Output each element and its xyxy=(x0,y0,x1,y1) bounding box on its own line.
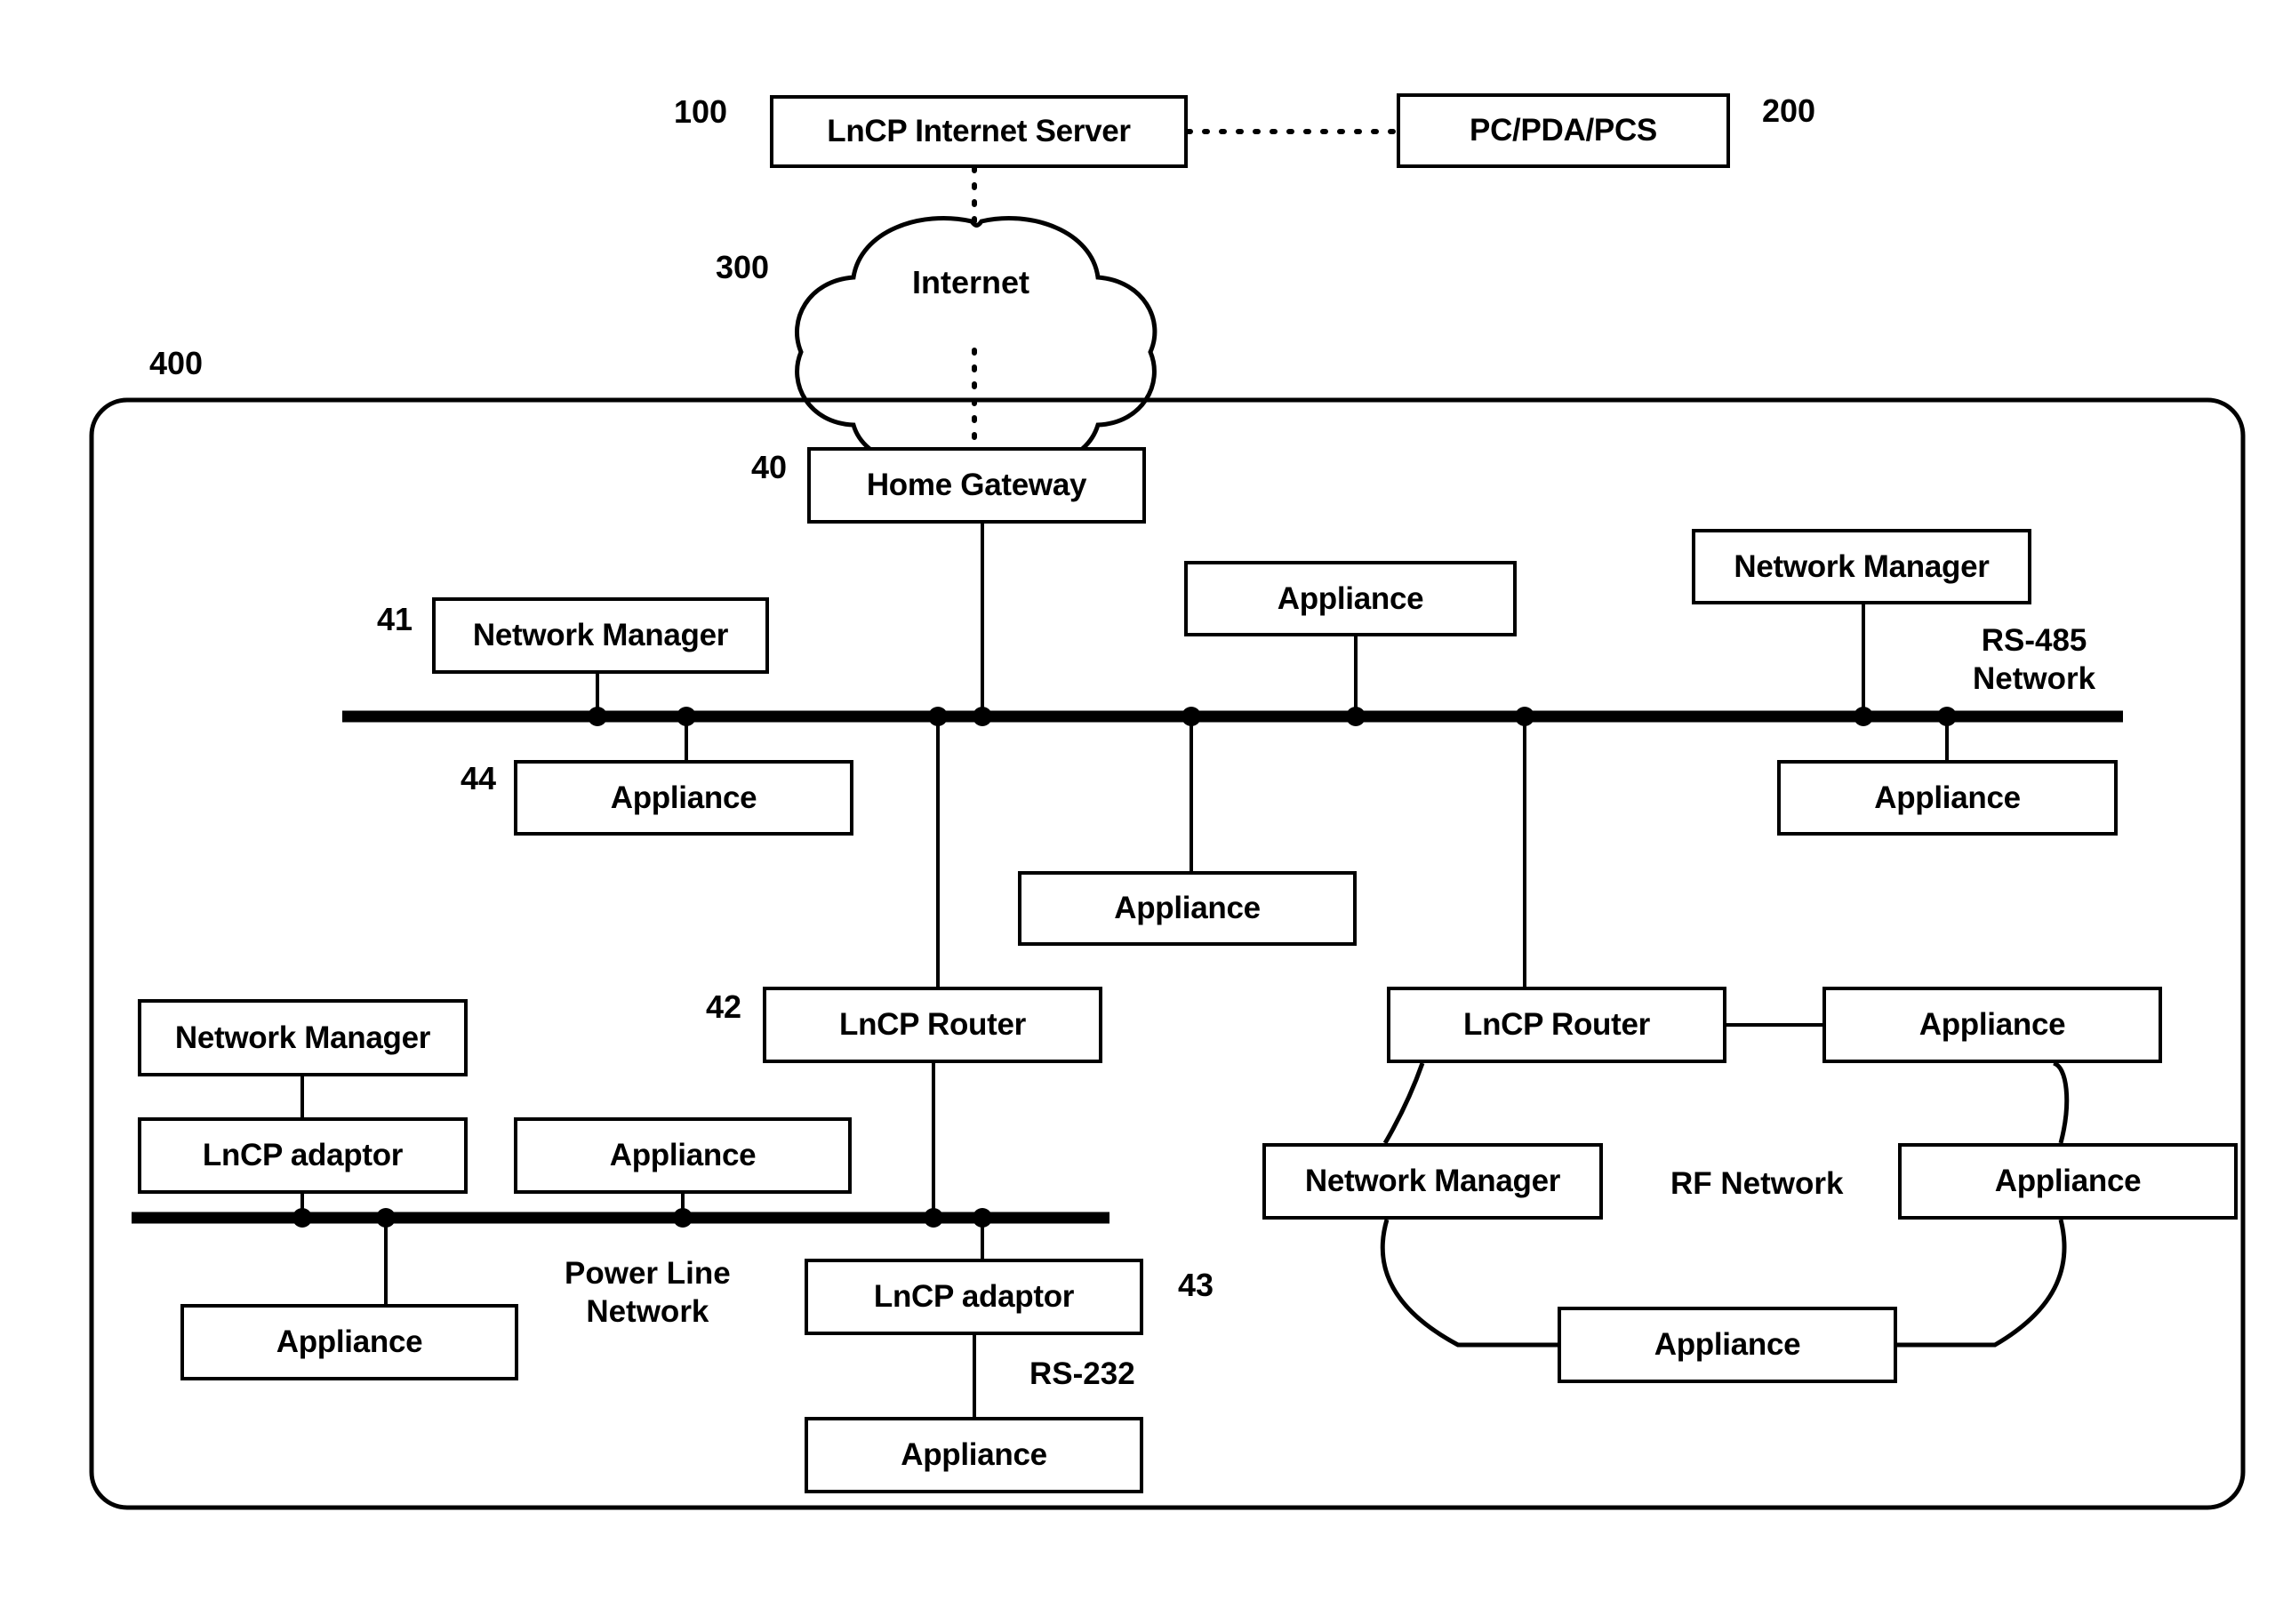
box-network-manager-rs485[interactable]: Network Manager xyxy=(432,597,769,674)
box-lncp-adaptor-powerline[interactable]: LnCP adaptor xyxy=(138,1117,468,1194)
box-network-manager-powerline[interactable]: Network Manager xyxy=(138,999,468,1076)
powerline-label-line1: Power Line xyxy=(565,1256,731,1291)
rs485-label-line2: Network xyxy=(1973,660,2096,696)
box-appliance-rs232[interactable]: Appliance xyxy=(805,1417,1143,1493)
box-appliance-44[interactable]: Appliance xyxy=(514,760,853,836)
powerline-label-line2: Network xyxy=(586,1293,709,1329)
box-label: Network Manager xyxy=(1734,548,1990,584)
ref-numeral-41: 41 xyxy=(377,601,413,637)
box-appliance-rf-bottom[interactable]: Appliance xyxy=(1558,1307,1897,1383)
box-label: Appliance xyxy=(610,780,757,815)
box-home-gateway[interactable]: Home Gateway xyxy=(807,447,1146,524)
ref-numeral-300: 300 xyxy=(716,249,770,285)
rs485-network-label: RS-485 Network xyxy=(1973,622,2095,698)
link-rf-appliance-right-to-tr xyxy=(2052,1060,2070,1144)
box-label: LnCP adaptor xyxy=(202,1138,404,1172)
box-appliance-rs485-right[interactable]: Appliance xyxy=(1777,760,2118,836)
rf-network-label: RF Network xyxy=(1670,1166,1844,1201)
box-label: Appliance xyxy=(1994,1164,2142,1198)
box-appliance-rs485-top-mid[interactable]: Appliance xyxy=(1184,561,1517,636)
internet-cloud-shape xyxy=(795,216,1158,472)
box-label: LnCP Router xyxy=(1463,1007,1650,1042)
ref-numeral-200: 200 xyxy=(1762,92,1816,129)
rs485-label-line1: RS-485 xyxy=(1981,623,2087,658)
box-label: Appliance xyxy=(276,1324,423,1359)
box-label: LnCP Internet Server xyxy=(827,114,1131,148)
box-label: Network Manager xyxy=(1304,1164,1561,1198)
box-lncp-adaptor-43[interactable]: LnCP adaptor xyxy=(805,1259,1143,1335)
ref-numeral-42: 42 xyxy=(706,988,742,1025)
box-label: Appliance xyxy=(901,1437,1047,1472)
diagram-canvas: LnCP Internet Server PC/PDA/PCS Home Gat… xyxy=(0,0,2291,1624)
box-network-manager-rs485-right[interactable]: Network Manager xyxy=(1692,529,2031,604)
box-label: LnCP adaptor xyxy=(873,1279,1075,1314)
box-network-manager-rf[interactable]: Network Manager xyxy=(1262,1143,1603,1220)
link-rf-nm-to-appliance-bottom xyxy=(1380,1219,1558,1348)
box-pc-pda-pcs[interactable]: PC/PDA/PCS xyxy=(1397,93,1730,168)
box-label: Appliance xyxy=(1919,1007,2066,1042)
ref-numeral-44: 44 xyxy=(461,760,497,796)
rs485-junction-dots xyxy=(588,707,1957,726)
rs232-label: RS-232 xyxy=(1029,1356,1135,1391)
internet-cloud-label: Internet xyxy=(912,264,1030,300)
box-appliance-powerline-mid[interactable]: Appliance xyxy=(514,1117,852,1194)
box-lncp-router-powerline[interactable]: LnCP Router xyxy=(763,987,1102,1063)
box-label: Network Manager xyxy=(472,618,729,652)
box-label: Appliance xyxy=(1654,1327,1801,1362)
link-rf-router-to-nm xyxy=(1382,1062,1425,1145)
box-appliance-powerline-bottom[interactable]: Appliance xyxy=(180,1304,518,1380)
box-label: Appliance xyxy=(1114,891,1261,925)
box-label: Appliance xyxy=(1874,780,2021,815)
ref-numeral-100: 100 xyxy=(674,93,728,130)
box-appliance-rf-right[interactable]: Appliance xyxy=(1898,1143,2238,1220)
box-lncp-internet-server[interactable]: LnCP Internet Server xyxy=(770,95,1188,168)
box-label: Home Gateway xyxy=(866,468,1087,502)
ref-numeral-43: 43 xyxy=(1178,1267,1214,1303)
box-label: LnCP Router xyxy=(839,1007,1026,1042)
box-appliance-rf-top-right[interactable]: Appliance xyxy=(1822,987,2162,1063)
powerline-network-label: Power Line Network xyxy=(565,1255,731,1331)
powerline-junction-dots xyxy=(292,1208,992,1228)
box-lncp-router-rf[interactable]: LnCP Router xyxy=(1387,987,1726,1063)
ref-numeral-40: 40 xyxy=(751,449,788,485)
box-label: Network Manager xyxy=(174,1020,431,1055)
box-appliance-rs485-mid[interactable]: Appliance xyxy=(1018,871,1357,946)
box-label: Appliance xyxy=(609,1138,757,1172)
ref-numeral-400: 400 xyxy=(149,345,204,381)
box-label: Appliance xyxy=(1277,580,1424,616)
link-rf-appliance-bottom-to-right xyxy=(1897,1219,2067,1348)
box-label: PC/PDA/PCS xyxy=(1470,113,1657,148)
